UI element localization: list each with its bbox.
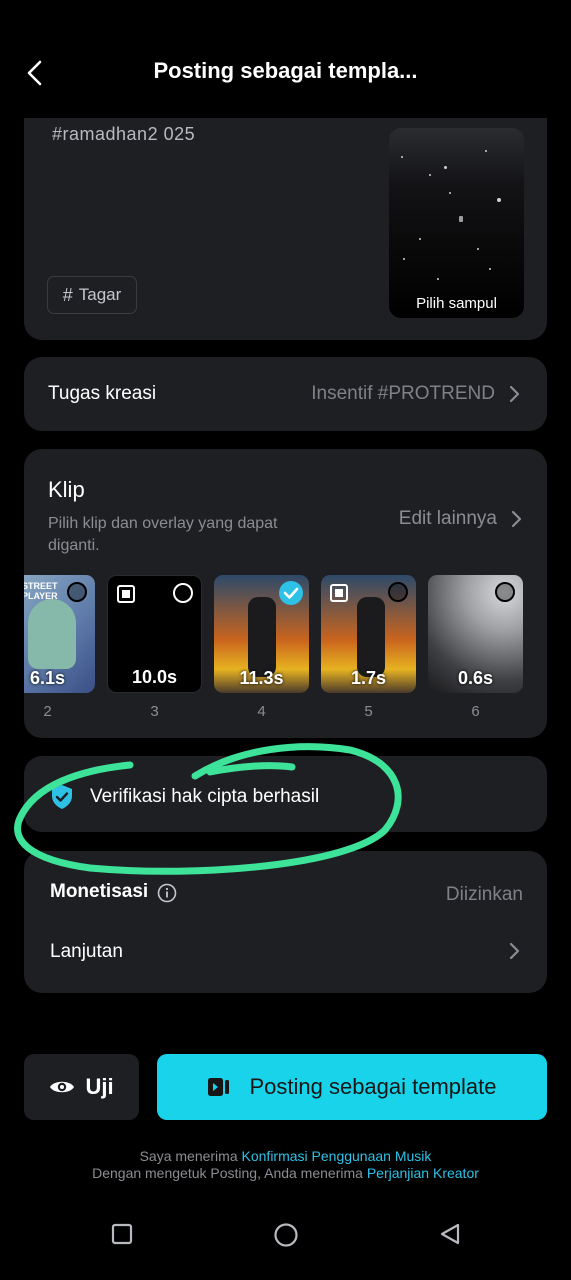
post-template-label: Posting sebagai template [249,1074,497,1099]
person-figure [248,597,276,677]
music-confirmation-text: Saya menerima Konfirmasi Penggunaan Musi… [0,1148,571,1164]
monetization-row[interactable]: Monetisasi Diizinkan [24,851,547,925]
clip-thumbnail[interactable]: 0.6s [428,575,523,693]
clip-duration: 1.7s [350,668,387,688]
select-circle-icon[interactable] [495,582,515,602]
clip-thumbnail[interactable]: STREET PLAYER 6.1s [24,575,95,693]
clips-subtitle-line1: Pilih klip dan overlay yang dapat [48,515,278,532]
clips-card: Klip Pilih klip dan overlay yang dapat d… [24,449,547,738]
hash-icon: # [62,284,73,305]
clips-subtitle-line2: diganti. [48,537,100,554]
info-icon[interactable] [157,883,177,903]
home-icon[interactable] [273,1222,299,1248]
chevron-right-icon [511,510,522,528]
clip-thumbnail[interactable]: 10.0s [107,575,202,693]
test-button[interactable]: Uji [24,1054,139,1120]
shield-check-icon [52,785,72,809]
select-circle-icon[interactable] [173,583,193,603]
clip-number: 6 [471,703,480,720]
settings-card: Monetisasi Diizinkan Lanjutan [24,851,547,993]
legal-text: Saya menerima [139,1148,238,1164]
advanced-label: Lanjutan [50,941,123,962]
edit-more-label: Edit lainnya [398,508,497,529]
template-icon [208,1078,230,1096]
clip-duration: 0.6s [457,668,494,688]
advanced-row[interactable]: Lanjutan [24,925,547,993]
clip-number: 2 [43,703,52,720]
creator-agreement-link[interactable]: Perjanjian Kreator [367,1165,479,1181]
check-icon[interactable] [279,581,303,605]
clip-number: 5 [364,703,373,720]
music-confirmation-link[interactable]: Konfirmasi Penggunaan Musik [242,1148,432,1164]
monetization-value: Diizinkan [445,884,523,905]
clip-thumbnail[interactable]: 1.7s [321,575,416,693]
chevron-right-icon [509,942,520,960]
template-details-card: #ramadhan2 025 # Tagar Pilih sampul [24,118,547,340]
clip-duration: 10.0s [131,667,178,687]
hashtag-button[interactable]: # Tagar [47,276,137,314]
select-circle-icon[interactable] [67,582,87,602]
clip-number: 4 [257,703,266,720]
overlay-icon [117,585,135,603]
cover-label: Pilih sampul [416,295,497,312]
eye-icon [50,1081,75,1093]
description-text[interactable]: #ramadhan2 025 [52,124,195,145]
clips-title: Klip [48,477,85,502]
copyright-status-card: Verifikasi hak cipta berhasil [24,756,547,832]
creation-task-label: Tugas kreasi [48,383,157,404]
post-template-button[interactable]: Posting sebagai template [157,1054,547,1120]
legal-text: Dengan mengetuk Posting, Anda menerima [92,1165,363,1181]
edit-more-button[interactable]: Edit lainnya [399,508,523,530]
monetization-label: Monetisasi [50,881,149,902]
copyright-status-text: Verifikasi hak cipta berhasil [90,786,320,807]
page-title: Posting sebagai templa... [153,58,418,83]
chevron-right-icon [509,385,520,403]
creation-task-row[interactable]: Tugas kreasi Insentif #PROTREND [24,357,547,431]
overlay-icon [330,584,348,602]
clip-thumbnail[interactable]: 11.3s [214,575,309,693]
creation-task-value: Insentif #PROTREND [311,383,495,404]
back-nav-icon[interactable] [438,1222,462,1246]
hashtag-button-label: Tagar [78,285,122,304]
creator-agreement-text: Dengan mengetuk Posting, Anda menerima P… [0,1165,571,1181]
clip-number: 3 [150,703,159,720]
test-button-label: Uji [85,1074,114,1099]
person-figure [357,597,385,677]
select-circle-icon[interactable] [388,582,408,602]
recents-icon[interactable] [110,1222,134,1246]
cover-picker[interactable]: Pilih sampul [389,128,524,318]
clip-duration: 11.3s [239,668,284,688]
squidward-figure [28,599,76,669]
clip-duration: 6.1s [29,668,66,688]
